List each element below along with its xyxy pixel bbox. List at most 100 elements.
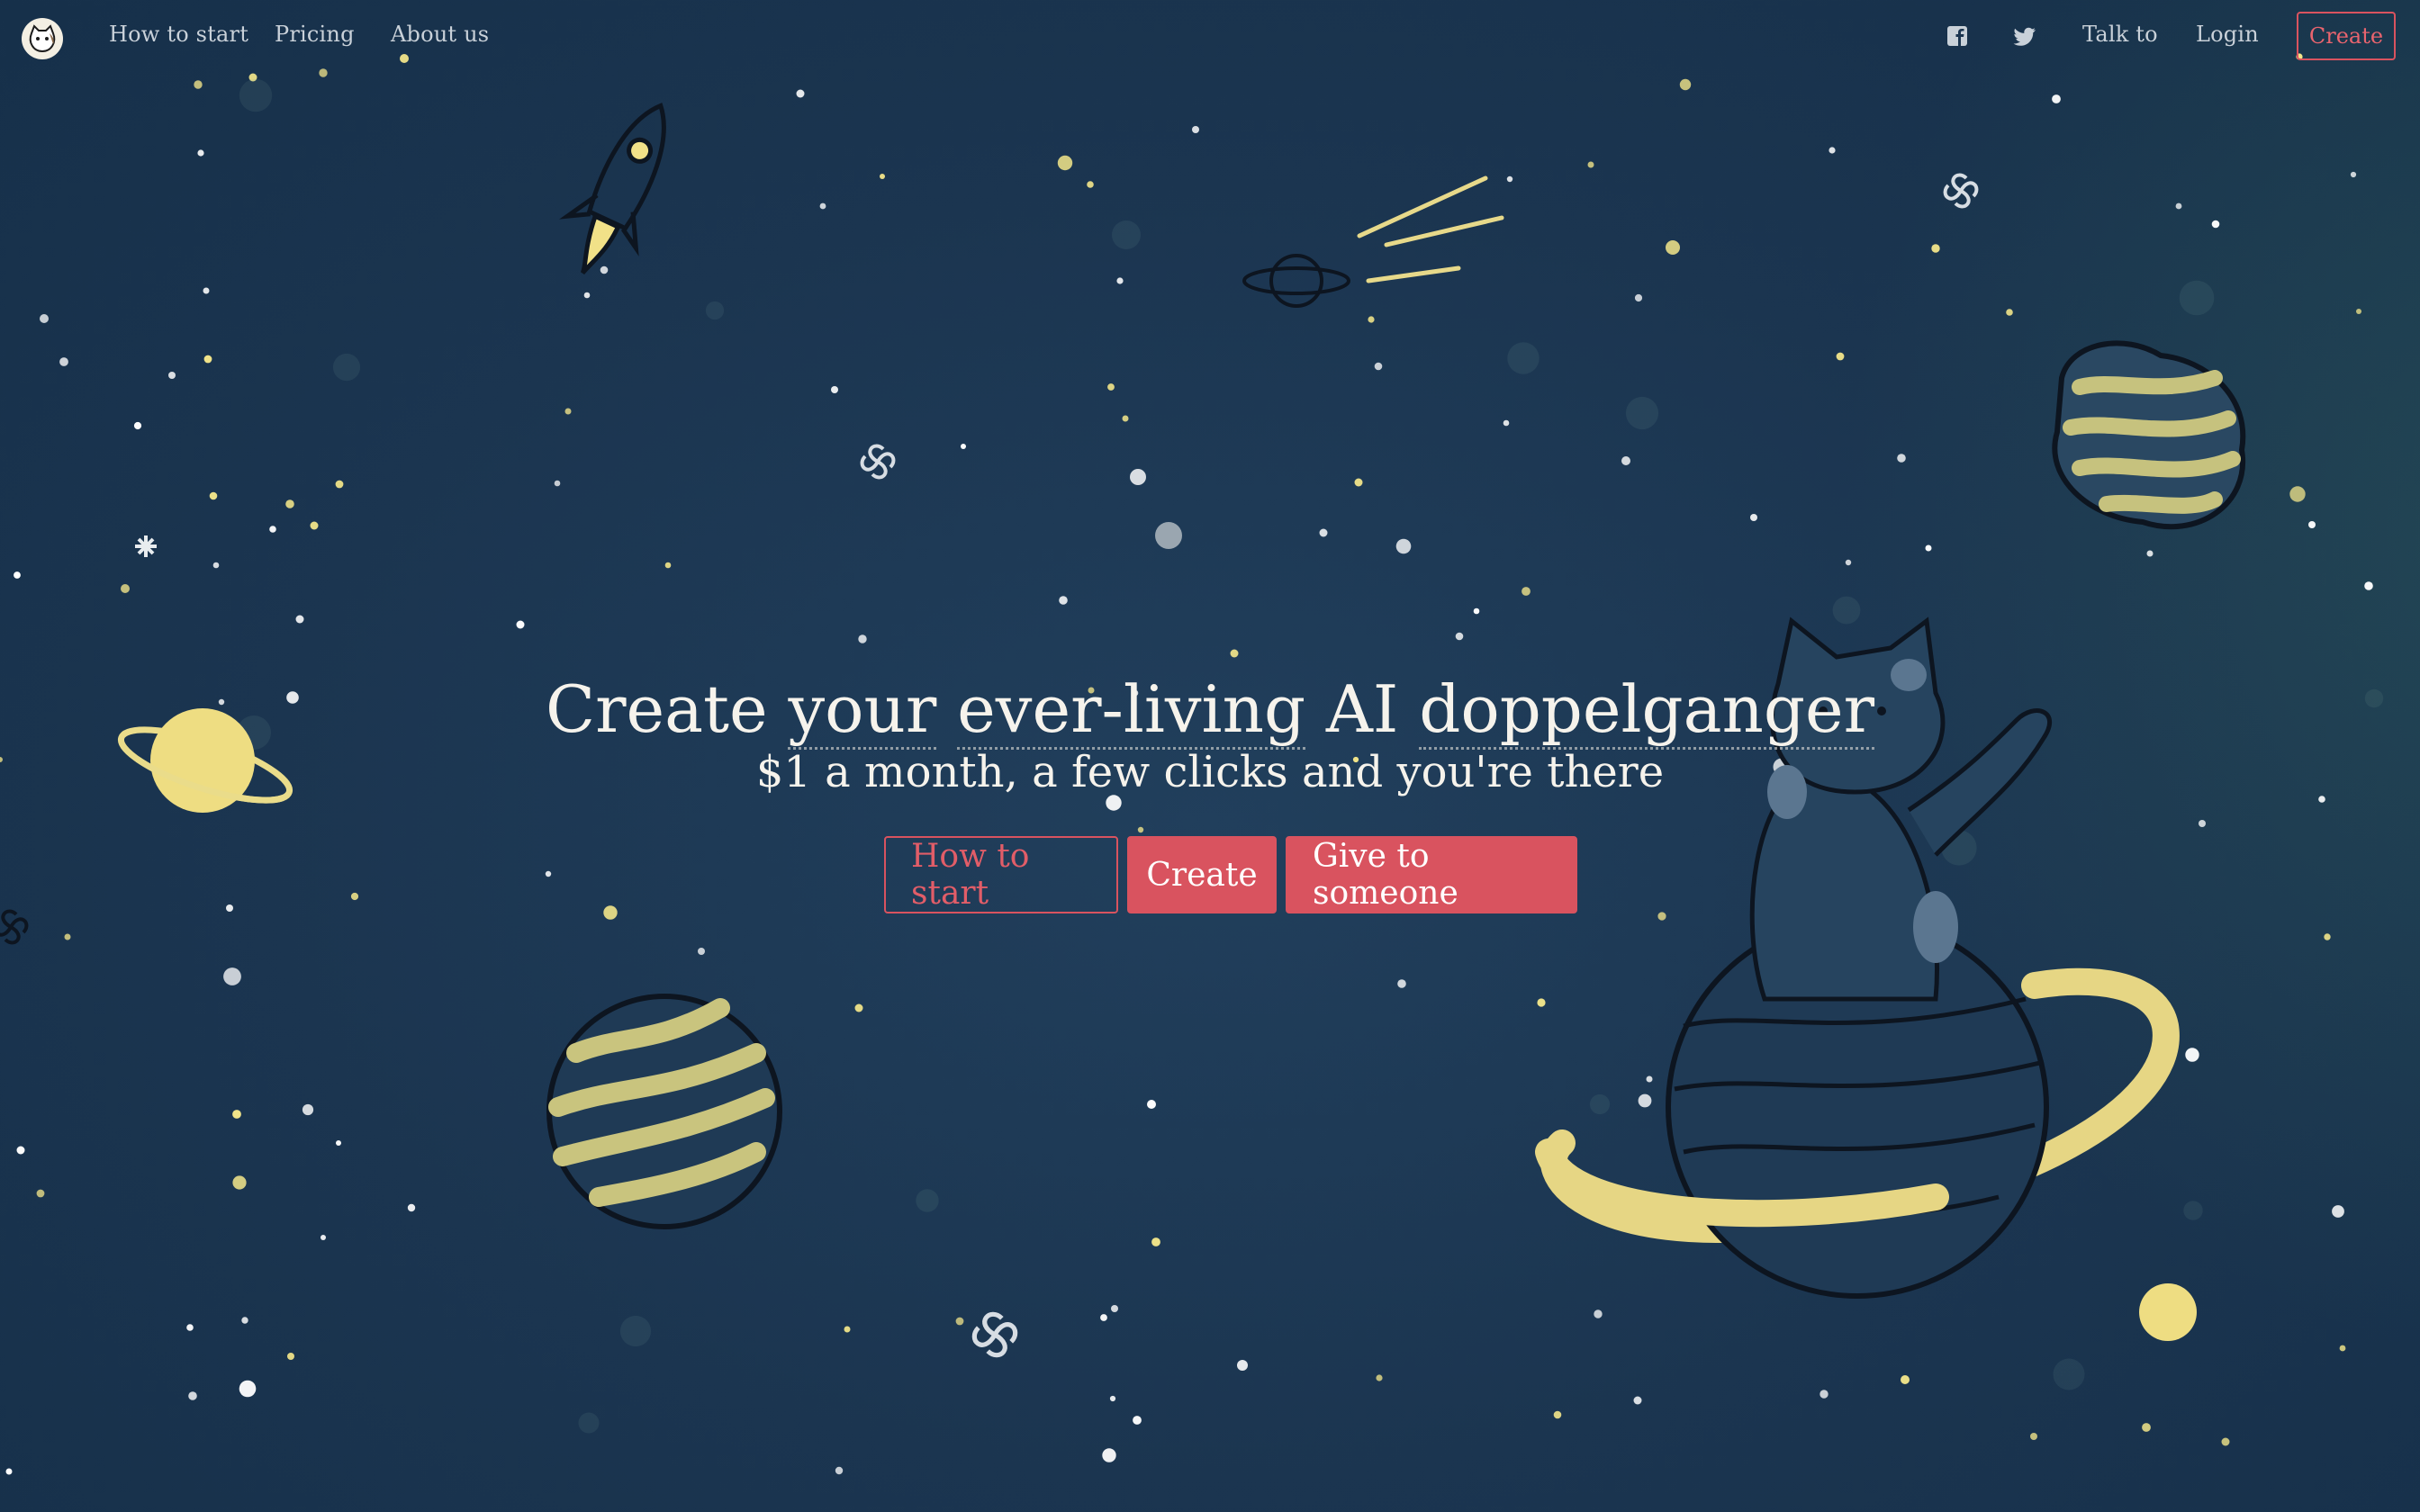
star-dot: [1634, 293, 1643, 302]
faint-glow-dot: [916, 1189, 939, 1212]
star-dot: [854, 1004, 863, 1012]
twitter-icon[interactable]: [2013, 23, 2038, 49]
title-word-underlined: doppelganger: [1419, 671, 1875, 750]
give-to-someone-button[interactable]: Give to someone: [1286, 836, 1577, 914]
star-dot: [516, 620, 525, 629]
faint-glow-dot: [1112, 220, 1141, 249]
star-dot: [1374, 362, 1383, 371]
star-dot: [14, 572, 21, 579]
faint-glow-dot: [239, 78, 273, 112]
star-dot: [1116, 277, 1124, 284]
star-dot: [209, 491, 218, 500]
star-dot: [2364, 581, 2373, 590]
star-dot: [835, 1466, 844, 1475]
striped-rock-illustration: [2052, 340, 2246, 530]
faint-glow-dot: [2179, 280, 2215, 316]
star-dot: [1925, 544, 1932, 552]
star-dot: [1111, 1305, 1118, 1312]
star-dot: [2175, 202, 2182, 210]
star-dot: [1133, 1416, 1142, 1425]
faint-glow-dot: [2183, 1201, 2203, 1220]
nav-login[interactable]: Login: [2196, 22, 2259, 47]
star-dot: [1750, 514, 1757, 521]
star-dot: [698, 948, 705, 955]
title-word: AI: [1325, 671, 1399, 747]
nav-how-to-start[interactable]: How to start: [109, 22, 248, 47]
star-dot: [59, 357, 68, 366]
nav-pricing[interactable]: Pricing: [275, 22, 355, 47]
star-dot: [212, 562, 220, 569]
faint-glow-dot: [2053, 1358, 2085, 1390]
star-dot: [2006, 309, 2013, 316]
star-dot: [1666, 240, 1680, 255]
star-dot: [1354, 478, 1363, 487]
star-dot: [1522, 587, 1531, 596]
star-dot: [194, 80, 203, 89]
grey-moon-illustration: [1155, 522, 1182, 549]
star-dot: [1122, 415, 1129, 422]
nav-talk-to[interactable]: Talk to: [2082, 22, 2158, 47]
create-button[interactable]: Create: [1127, 836, 1277, 914]
star-dot: [2356, 309, 2361, 314]
striped-planet-illustration: [546, 994, 782, 1229]
dark-swirl: [0, 909, 29, 945]
star-dot: [831, 386, 838, 393]
star-dot: [1931, 244, 1940, 253]
title-word-underlined: ever-living: [957, 671, 1306, 750]
star-dot: [819, 202, 826, 210]
star-dot: [961, 444, 966, 449]
faint-glow-dot: [332, 353, 361, 382]
star-dot: [1473, 608, 1480, 615]
star-dot: [1820, 1390, 1829, 1399]
star-dot: [1151, 1238, 1160, 1246]
star-dot: [1376, 1374, 1383, 1382]
star-dot: [2146, 550, 2154, 557]
star-dot: [583, 292, 591, 299]
star-dot: [1395, 538, 1412, 554]
star-dot: [310, 521, 319, 530]
star-dot: [2199, 820, 2206, 827]
nav-create-button[interactable]: Create: [2297, 12, 2396, 60]
star-dot: [1057, 155, 1073, 171]
star-dot: [1503, 419, 1510, 427]
small-saturn-illustration: [1242, 254, 1350, 308]
star-dot: [1455, 632, 1464, 641]
star-dot: [232, 1110, 241, 1119]
star-dot: [1836, 352, 1845, 361]
how-to-start-button[interactable]: How to start: [884, 836, 1118, 914]
star-dot: [295, 615, 304, 624]
star-dot: [269, 526, 276, 533]
star-dot: [1845, 559, 1852, 566]
star-dot: [336, 1140, 341, 1146]
star-dot: [1594, 1310, 1603, 1318]
faint-glow-dot: [1832, 596, 1861, 625]
facebook-icon[interactable]: [1945, 23, 1970, 49]
star-dot: [335, 480, 344, 489]
star-dot: [844, 1326, 851, 1333]
faint-glow-dot: [1589, 1094, 1611, 1115]
logo-cat-icon[interactable]: [22, 18, 63, 59]
star-dot: [2185, 1048, 2199, 1062]
star-dot: [554, 480, 561, 487]
star-dot: [186, 1324, 194, 1331]
star-dot: [1087, 181, 1094, 188]
star-dot: [1107, 383, 1115, 391]
star-dot: [1679, 78, 1692, 91]
star-dot: [1319, 528, 1328, 537]
star-dot: [564, 408, 572, 415]
star-dot: [1109, 1395, 1116, 1402]
star-dot: [302, 1103, 314, 1116]
star-dot: [1901, 1375, 1910, 1384]
star-dot: [133, 421, 142, 430]
star-dot: [232, 1175, 247, 1190]
star-dot: [407, 1203, 416, 1212]
title-word-underlined: your: [788, 671, 937, 750]
rocket-illustration: [559, 103, 666, 274]
star-dot: [796, 89, 805, 98]
faint-glow-dot: [1507, 342, 1540, 374]
nav-about-us[interactable]: About us: [391, 22, 489, 47]
star-dot: [1230, 649, 1239, 658]
faint-glow-dot: [705, 301, 725, 320]
star-dot: [241, 1317, 248, 1324]
star-dot: [1829, 147, 1836, 154]
